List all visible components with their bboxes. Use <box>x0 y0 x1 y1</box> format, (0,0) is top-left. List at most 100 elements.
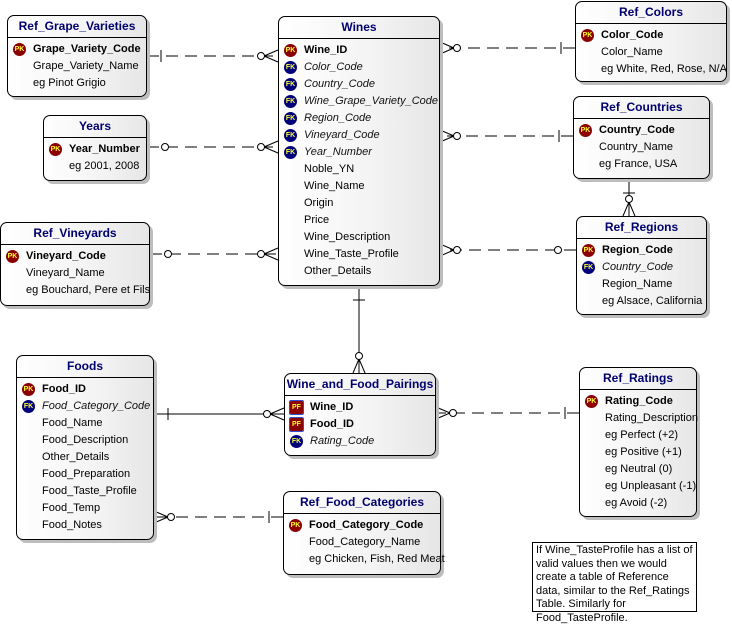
attribute-list: PF Wine_ID PF Food_ID FK Rating_Code <box>285 396 435 450</box>
attribute-row[interactable]: FK Vineyard_Code <box>279 127 439 144</box>
crows-foot-icon <box>153 510 169 518</box>
entity-wine-and-food-pairings[interactable]: Wine_and_Food_Pairings PF Wine_ID PF Food_ID… <box>284 373 436 456</box>
attribute-row[interactable]: eg Neutral (0) <box>580 461 696 478</box>
primary-key-icon: PK <box>585 395 598 408</box>
attribute-row[interactable]: PK Country_Code <box>574 122 709 139</box>
entity-ref-countries[interactable]: Ref_Countries PK Country_Code Country_Name e… <box>573 96 710 179</box>
attribute-name: Origin <box>304 197 334 209</box>
attribute-name: Wine_Taste_Profile <box>304 248 399 260</box>
attribute-row[interactable]: Region_Name <box>577 276 706 293</box>
attribute-name: Country_Code <box>602 261 673 273</box>
attribute-name: Rating_Description <box>605 412 698 424</box>
crows-foot-icon <box>269 413 285 421</box>
attribute-row[interactable]: eg 2001, 2008 <box>44 158 146 175</box>
crows-foot-icon <box>263 253 279 261</box>
entity-ref-ratings[interactable]: Ref_Ratings PK Rating_Code Rating_Descripti… <box>579 367 698 517</box>
entity-ref-food-categories[interactable]: Ref_Food_Categories PK Food_Category_Code F… <box>283 491 445 575</box>
entity-years[interactable]: Years PK Year_Number eg 2001, 2008 <box>43 115 147 181</box>
attribute-name: eg Neutral (0) <box>605 463 673 475</box>
attribute-row[interactable]: Other_Details <box>279 263 439 280</box>
attribute-row[interactable]: FK Rating_Code <box>285 433 435 450</box>
entity-foods[interactable]: Foods PK Food_ID FK Food_Category_Code Food_N… <box>16 355 154 540</box>
attribute-row[interactable]: Food_Category_Name <box>284 534 440 551</box>
attribute-row[interactable]: FK Region_Code <box>279 110 439 127</box>
attribute-name: Food_Category_Code <box>309 519 424 531</box>
attribute-row[interactable]: PK Vineyard_Code <box>1 248 149 265</box>
attribute-name: eg Chicken, Fish, Red Meat <box>309 553 445 565</box>
attribute-row[interactable]: eg Chicken, Fish, Red Meat <box>284 551 445 568</box>
attribute-name: Food_Category_Code <box>42 400 151 412</box>
attribute-row[interactable]: Price <box>279 212 439 229</box>
attribute-row[interactable]: PK Year_Number <box>44 141 146 158</box>
attribute-row[interactable]: eg France, USA <box>574 156 709 173</box>
attribute-row[interactable]: eg Alsace, California <box>577 293 706 310</box>
entity-ref-regions[interactable]: Ref_Regions PK Region_Code FK Country_Code Re… <box>576 216 707 315</box>
attribute-row[interactable]: eg Unpleasant (-1) <box>580 478 696 495</box>
attribute-row[interactable]: Food_Temp <box>17 500 153 517</box>
attribute-row[interactable]: Wine_Taste_Profile <box>279 246 439 263</box>
attribute-row[interactable]: Food_Name <box>17 415 153 432</box>
attribute-name: Food_ID <box>42 383 86 395</box>
attribute-name: Food_Preparation <box>42 468 131 480</box>
attribute-row[interactable]: Vineyard_Name <box>1 265 149 282</box>
entity-wines[interactable]: Wines PK Wine_ID FK Color_Code FK Country_Code… <box>278 16 440 286</box>
attribute-row[interactable]: PK Region_Code <box>577 242 706 259</box>
attribute-row[interactable]: Color_Name <box>576 44 726 61</box>
attribute-name: Food_Notes <box>42 519 102 531</box>
entity-ref-vineyards[interactable]: Ref_Vineyards PK Vineyard_Code Vineyard_Nam… <box>0 222 150 306</box>
attribute-row[interactable]: Food_Description <box>17 432 153 449</box>
attribute-row[interactable]: PK Food_ID <box>17 381 153 398</box>
zero-marker-icon <box>257 143 265 151</box>
attribute-row[interactable]: FK Country_Code <box>279 76 439 93</box>
attribute-row[interactable]: Wine_Description <box>279 229 439 246</box>
attribute-row[interactable]: Food_Preparation <box>17 466 153 483</box>
attribute-name: eg France, USA <box>599 158 678 170</box>
foreign-key-icon: FK <box>582 261 595 274</box>
attribute-name: eg Bouchard, Pere et Fils <box>26 284 151 296</box>
primary-key-icon: PK <box>582 244 595 257</box>
attribute-row[interactable]: Food_Notes <box>17 517 153 534</box>
zero-marker-icon <box>453 44 461 52</box>
entity-title: Ref_Grape_Varieties <box>8 16 146 38</box>
attribute-row[interactable]: Noble_YN <box>279 161 439 178</box>
attribute-row[interactable]: PK Wine_ID <box>279 42 439 59</box>
attribute-name: Vineyard_Code <box>26 250 106 262</box>
entity-title: Wines <box>279 17 439 39</box>
attribute-row[interactable]: FK Wine_Grape_Variety_Code <box>279 93 439 110</box>
attribute-row[interactable]: PK Rating_Code <box>580 393 696 410</box>
attribute-row[interactable]: Food_Taste_Profile <box>17 483 153 500</box>
attribute-row[interactable]: FK Food_Category_Code <box>17 398 153 415</box>
zero-marker-icon <box>161 143 169 151</box>
attribute-name: Region_Name <box>602 278 673 290</box>
attribute-row[interactable]: eg Perfect (+2) <box>580 427 696 444</box>
attribute-row[interactable]: PF Wine_ID <box>285 399 435 416</box>
attribute-name: Wine_ID <box>304 44 348 56</box>
attribute-row[interactable]: eg Positive (+1) <box>580 444 696 461</box>
attribute-name: Color_Code <box>601 29 664 41</box>
attribute-row[interactable]: Wine_Name <box>279 178 439 195</box>
attribute-row[interactable]: PK Food_Category_Code <box>284 517 440 534</box>
zero-marker-icon <box>625 195 633 203</box>
attribute-row[interactable]: eg White, Red, Rose, N/A <box>576 61 727 78</box>
attribute-row[interactable]: eg Avoid (-2) <box>580 495 696 512</box>
attribute-row[interactable]: Rating_Description <box>580 410 698 427</box>
attribute-row[interactable]: FK Country_Code <box>577 259 706 276</box>
attribute-row[interactable]: Origin <box>279 195 439 212</box>
attribute-name: Grape_Variety_Code <box>33 43 141 55</box>
attribute-row[interactable]: eg Pinot Grigio <box>8 75 146 92</box>
entity-ref-colors[interactable]: Ref_Colors PK Color_Code Color_Name eg White… <box>575 1 727 82</box>
entity-ref-grape-varieties[interactable]: Ref_Grape_Varieties PK Grape_Variety_Code G… <box>7 15 147 97</box>
attribute-row[interactable]: Other_Details <box>17 449 153 466</box>
attribute-name: Rating_Code <box>605 395 673 407</box>
attribute-row[interactable]: FK Color_Code <box>279 59 439 76</box>
attribute-row[interactable]: eg Bouchard, Pere et Fils <box>1 282 151 299</box>
attribute-row[interactable]: Grape_Variety_Name <box>8 58 146 75</box>
attribute-row[interactable]: PF Food_ID <box>285 416 435 433</box>
attribute-list: PK Vineyard_Code Vineyard_Nameeg Bouchard,… <box>1 245 151 299</box>
attribute-name: Year_Number <box>304 146 372 158</box>
attribute-list: PK Grape_Variety_Code Grape_Variety_Name eg… <box>8 38 146 92</box>
attribute-row[interactable]: PK Grape_Variety_Code <box>8 41 146 58</box>
attribute-row[interactable]: PK Color_Code <box>576 27 726 44</box>
attribute-row[interactable]: FK Year_Number <box>279 144 439 161</box>
attribute-row[interactable]: Country_Name <box>574 139 709 156</box>
